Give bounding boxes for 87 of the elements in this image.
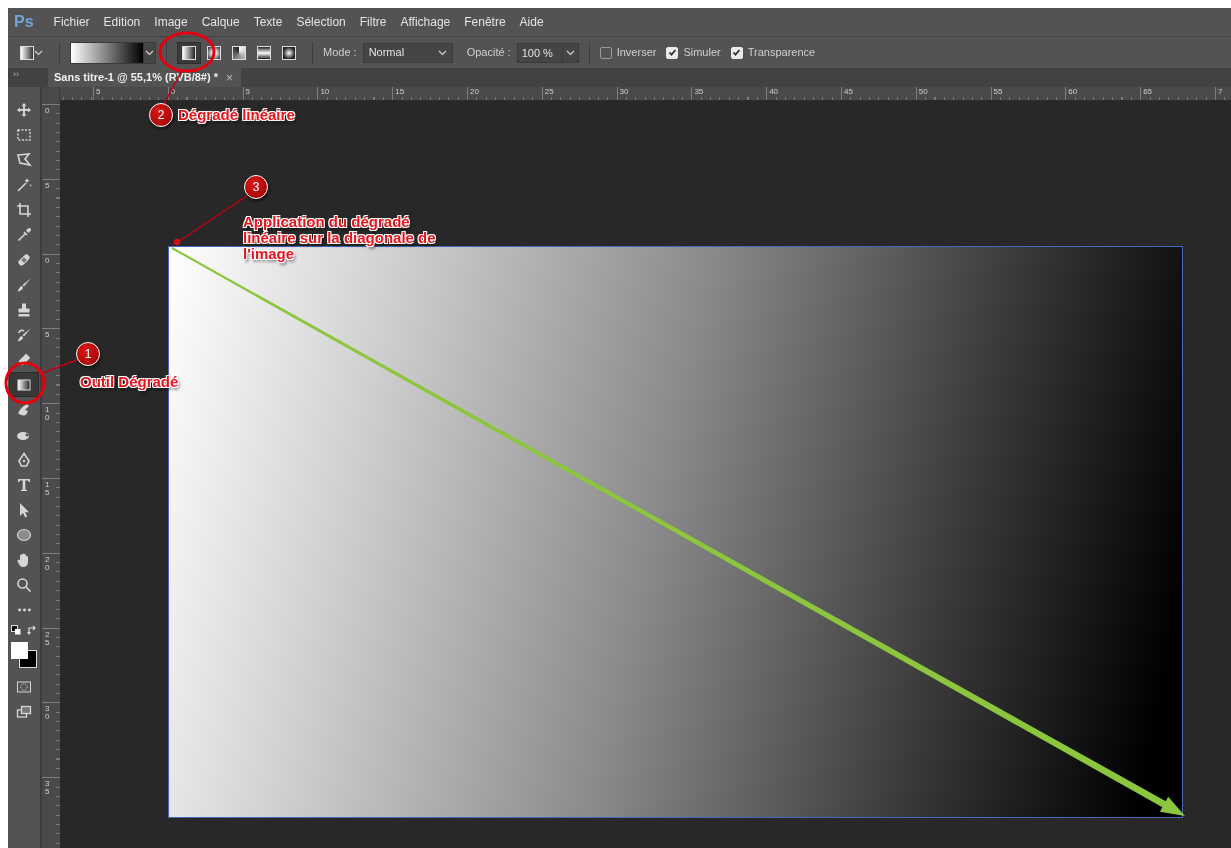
quick-mask-icon: [16, 678, 32, 695]
checkbox-label: Inverser: [616, 45, 657, 61]
ruler-label: 15: [395, 87, 405, 96]
menu-item[interactable]: Fenêtre: [457, 13, 513, 31]
wand-icon: [16, 176, 32, 193]
reflected-gradient-icon: [257, 45, 271, 60]
mode-select[interactable]: Normal: [362, 42, 453, 63]
brush-icon: [16, 276, 32, 293]
more-icon: [17, 607, 31, 612]
ruler-label: 40: [769, 87, 779, 96]
menu-item[interactable]: Aide: [512, 13, 551, 31]
default-colors-button[interactable]: [10, 624, 22, 636]
linear-gradient-icon: [182, 45, 196, 60]
ruler-label: 15: [45, 481, 50, 497]
caret-icon: [437, 48, 447, 57]
move-icon: [16, 101, 32, 118]
brush-icon: [16, 326, 32, 343]
ruler-label: 30: [45, 705, 50, 722]
default-colors-icon: [11, 625, 21, 635]
ruler-label: 30: [619, 87, 629, 96]
lasso-icon: [16, 151, 32, 168]
checkbox[interactable]: [599, 46, 612, 59]
gradient-type-button[interactable]: [177, 41, 201, 64]
screen-mode-icon: [16, 703, 32, 720]
opacity-label: Opacité :: [466, 45, 511, 61]
swap-colors-button[interactable]: [26, 624, 38, 636]
ruler-label: 25: [45, 630, 50, 647]
angle-gradient-icon: [232, 45, 246, 60]
tool-button[interactable]: [9, 372, 39, 397]
type-icon: [16, 476, 32, 493]
menu-item[interactable]: Fichier: [46, 13, 97, 31]
gradient-icon: [16, 376, 32, 393]
ruler-label: 10: [45, 406, 50, 423]
color-swatches-icon: [10, 641, 38, 671]
menu-item[interactable]: Filtre: [352, 13, 394, 31]
ruler-label: 5: [245, 87, 251, 96]
caret-icon: [145, 48, 154, 57]
mode-label: Mode :: [323, 45, 357, 61]
finger-icon: [16, 401, 32, 418]
ruler-label: 35: [694, 87, 704, 96]
annotation-text: Application du dégradé linéaire sur la diagonale de l'image: [243, 214, 437, 262]
gradient-preview-icon: [71, 42, 143, 63]
panel-collapse-toggle[interactable]: ››: [8, 68, 44, 87]
diamond-gradient-icon: [282, 45, 296, 60]
menu-item[interactable]: Image: [147, 13, 195, 31]
stamp-icon: [16, 301, 32, 318]
swap-arrows-icon: [27, 625, 37, 635]
highlight-ring: [158, 31, 216, 73]
highlight-ring: [4, 361, 46, 405]
ruler-label: 10: [320, 87, 330, 96]
ruler-label: 0: [170, 87, 176, 96]
ruler-label: 7: [1217, 87, 1223, 96]
eyedropper-icon: [16, 226, 32, 243]
ruler-label: 5: [96, 87, 101, 96]
pen-icon: [16, 451, 32, 468]
ruler-label: 60: [1068, 87, 1078, 96]
ruler-label: 20: [45, 555, 50, 572]
close-button[interactable]: ×: [226, 71, 233, 84]
ruler-label: 5: [45, 181, 50, 190]
menu-item[interactable]: Calque: [194, 13, 247, 31]
menu-item[interactable]: Affichage: [393, 13, 458, 31]
ruler-label: 55: [993, 87, 1003, 96]
zoom-icon: [16, 576, 32, 593]
caret-icon: [565, 48, 575, 57]
menu-item[interactable]: Sélection: [289, 13, 353, 31]
ruler-label: 0: [45, 256, 50, 265]
menu-item[interactable]: Texte: [246, 13, 290, 31]
crop-icon: [16, 201, 32, 218]
ruler-label: 35: [45, 780, 50, 797]
gradient-square-icon: [19, 45, 34, 60]
leader-line: [42, 358, 80, 374]
opacity-field[interactable]: 100 %: [516, 42, 563, 63]
ruler-label: 20: [470, 87, 479, 96]
ruler-label: 25: [544, 87, 554, 96]
ruler-label: 45: [843, 87, 853, 96]
gradient-picker[interactable]: [70, 41, 156, 64]
menu-item[interactable]: Edition: [96, 13, 148, 31]
marquee-icon: [16, 126, 32, 143]
checkbox-label: Transparence: [747, 45, 816, 61]
annotation-text: Dégradé linéaire: [178, 107, 296, 123]
caret-icon: [33, 48, 43, 57]
ruler-label: 0: [45, 107, 50, 115]
checkbox-label: Simuler: [683, 45, 721, 61]
ruler-label: 65: [1143, 87, 1153, 96]
ellipse-icon: [16, 526, 32, 543]
ruler-label: 50: [918, 87, 928, 96]
ruler-label: 5: [45, 331, 50, 340]
